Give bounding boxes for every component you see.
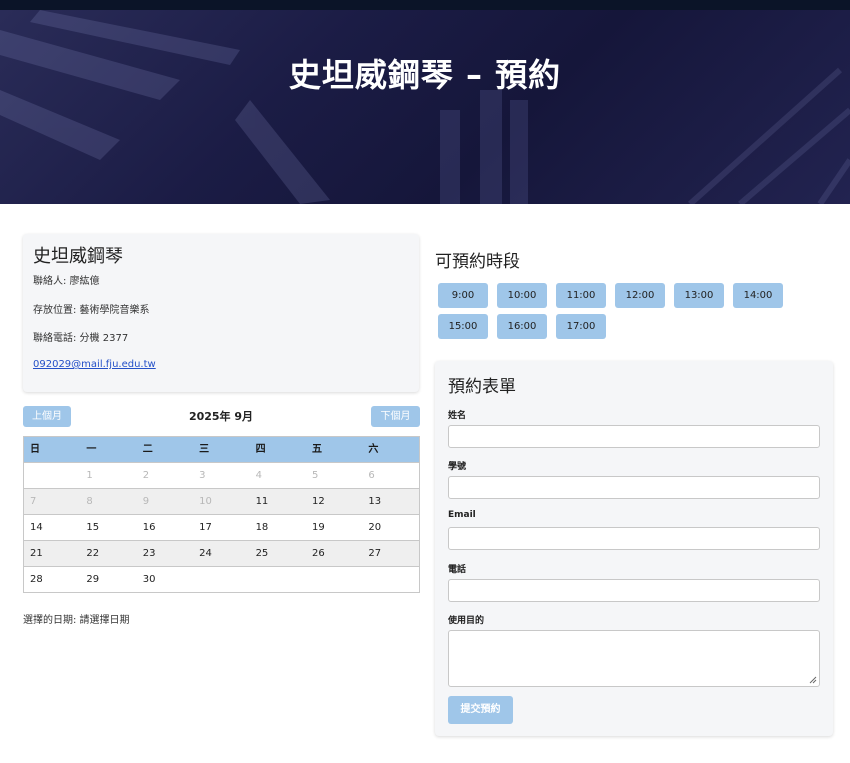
name-input[interactable] [448, 425, 820, 448]
calendar-week-row: 21 22 23 24 25 26 27 [24, 540, 419, 566]
hero-banner: 史坦威鋼琴 – 預約 [0, 10, 850, 204]
calendar-header-row: 日 一 二 三 四 五 六 [24, 437, 419, 462]
time-slot-button[interactable]: 11:00 [556, 283, 606, 308]
calendar-day-past: 5 [311, 470, 319, 481]
calendar-day-empty [250, 567, 306, 592]
weekday-header: 六 [368, 444, 379, 455]
calendar-day[interactable]: 13 [362, 489, 418, 514]
contact-person: 聯絡人: 廖紘億 [33, 276, 100, 287]
page-title: 史坦威鋼琴 – 預約 [288, 56, 562, 94]
storage-location: 存放位置: 藝術學院音樂系 [33, 305, 150, 316]
calendar-day[interactable]: 21 [24, 541, 80, 566]
calendar-day[interactable]: 18 [250, 515, 306, 540]
time-slot-button[interactable]: 16:00 [497, 314, 547, 339]
calendar-day-empty [362, 567, 418, 592]
calendar-week-row: 7 8 9 10 11 12 13 [24, 488, 419, 514]
month-label: 2025年 9月 [188, 410, 254, 423]
contact-email-link[interactable]: 092029@mail.fju.edu.tw [33, 359, 156, 370]
email-input[interactable] [448, 527, 820, 550]
phone-input[interactable] [448, 579, 820, 602]
calendar-week-row: 28 29 30 [24, 566, 419, 592]
calendar-day[interactable]: 28 [24, 567, 80, 592]
calendar-day[interactable]: 11 [250, 489, 306, 514]
weekday-header: 五 [311, 444, 322, 455]
calendar-day[interactable]: 26 [306, 541, 362, 566]
student-id-label: 學號 [448, 462, 467, 472]
calendar-day[interactable]: 17 [193, 515, 249, 540]
top-bar [0, 0, 850, 10]
time-slot-button[interactable]: 17:00 [556, 314, 606, 339]
name-label: 姓名 [448, 411, 467, 421]
phone-label: 電話 [448, 565, 467, 575]
calendar-day[interactable]: 14 [24, 515, 80, 540]
calendar-day[interactable]: 23 [137, 541, 193, 566]
contact-phone: 聯絡電話: 分機 2377 [33, 333, 129, 344]
calendar-day-past: 10 [199, 496, 212, 507]
selected-date-text: 選擇的日期: 請選擇日期 [23, 615, 130, 626]
weekday-header: 一 [86, 444, 97, 455]
student-id-input[interactable] [448, 476, 820, 499]
weekday-header: 四 [255, 444, 266, 455]
hero-background-image [0, 10, 850, 204]
calendar-day[interactable]: 19 [306, 515, 362, 540]
calendar-day-past: 8 [86, 496, 93, 507]
calendar-day-past: 2 [142, 470, 150, 481]
weekday-header: 日 [30, 444, 40, 455]
booking-form-card: 預約表單 姓名 學號 Email 電話 使用目的 提交預約 [435, 361, 833, 736]
purpose-textarea[interactable] [448, 630, 820, 687]
booking-form-title: 預約表單 [448, 377, 516, 397]
calendar-day[interactable]: 27 [362, 541, 418, 566]
calendar-day[interactable]: 22 [80, 541, 136, 566]
time-slot-button[interactable]: 13:00 [674, 283, 724, 308]
calendar-day[interactable]: 25 [250, 541, 306, 566]
calendar-day-past: 1 [86, 470, 93, 481]
calendar-day[interactable]: 12 [306, 489, 362, 514]
calendar-day[interactable]: 29 [80, 567, 136, 592]
calendar-day-past: 9 [142, 496, 150, 507]
calendar-week-row: 1 2 3 4 5 6 [24, 462, 419, 488]
calendar-day[interactable]: 30 [137, 567, 193, 592]
calendar-day[interactable]: 20 [362, 515, 418, 540]
available-slots-title: 可預約時段 [435, 252, 520, 272]
instrument-name: 史坦威鋼琴 [33, 246, 123, 267]
time-slot-button[interactable]: 15:00 [438, 314, 488, 339]
calendar-day-empty [193, 567, 249, 592]
calendar-day-past: 3 [199, 470, 206, 481]
purpose-label: 使用目的 [448, 616, 485, 626]
time-slot-button[interactable]: 14:00 [733, 283, 783, 308]
calendar-day[interactable]: 24 [193, 541, 249, 566]
resize-grip-icon[interactable] [809, 676, 817, 684]
time-slot-button[interactable]: 12:00 [615, 283, 665, 308]
calendar-week-row: 14 15 16 17 18 19 20 [24, 514, 419, 540]
instrument-info-card: 史坦威鋼琴 聯絡人: 廖紘億 存放位置: 藝術學院音樂系 聯絡電話: 分機 23… [23, 234, 419, 392]
calendar-day-past: 4 [255, 470, 262, 481]
calendar-day-empty [306, 567, 362, 592]
prev-month-button[interactable]: 上個月 [23, 406, 71, 427]
calendar-day[interactable]: 16 [137, 515, 193, 540]
calendar-day-past: 7 [30, 496, 37, 507]
calendar-grid: 日 一 二 三 四 五 六 1 2 3 4 5 6 7 8 9 10 11 12… [23, 436, 420, 593]
calendar-day[interactable]: 15 [80, 515, 136, 540]
calendar-day-past: 6 [368, 470, 375, 481]
weekday-header: 三 [199, 444, 210, 455]
submit-booking-button[interactable]: 提交預約 [448, 696, 513, 724]
time-slot-button[interactable]: 9:00 [438, 283, 488, 308]
time-slot-button[interactable]: 10:00 [497, 283, 547, 308]
weekday-header: 二 [142, 444, 153, 455]
email-label: Email [448, 510, 476, 520]
next-month-button[interactable]: 下個月 [371, 406, 420, 427]
calendar-day-empty [24, 463, 80, 488]
